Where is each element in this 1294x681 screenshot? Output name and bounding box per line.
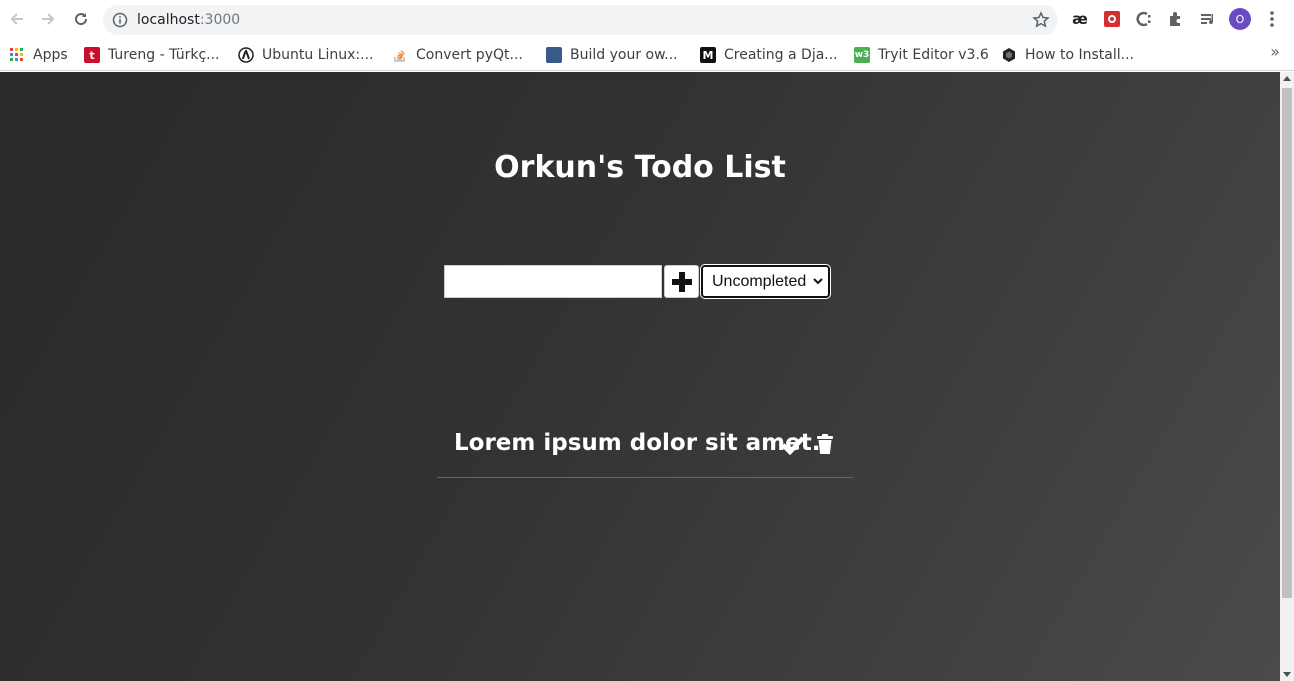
- bookmark-label: How to Install...: [1025, 47, 1134, 63]
- bookmark-label: Tureng - Türkç...: [108, 47, 220, 63]
- scroll-up-arrow[interactable]: [1283, 76, 1291, 81]
- info-icon[interactable]: [112, 12, 128, 28]
- url-port: :3000: [199, 12, 241, 28]
- c-extension-icon[interactable]: [1133, 8, 1155, 30]
- bookmark-convert-pyqt[interactable]: Convert pyQt...: [392, 43, 523, 67]
- filter-select[interactable]: Uncompleted: [701, 265, 830, 298]
- puzzle-extensions-icon[interactable]: [1165, 8, 1187, 30]
- scroll-thumb[interactable]: [1282, 88, 1292, 598]
- ae-extension-icon[interactable]: æ: [1069, 8, 1091, 30]
- forward-button[interactable]: [35, 6, 61, 32]
- reload-button[interactable]: [68, 6, 94, 32]
- bookmark-tryit-editor[interactable]: w3 Tryit Editor v3.6: [854, 43, 989, 67]
- bookmark-star-icon[interactable]: [1032, 11, 1050, 33]
- bookmark-label: Convert pyQt...: [416, 47, 523, 63]
- plus-icon: [671, 271, 692, 292]
- w3schools-icon: w3: [854, 47, 870, 63]
- check-icon: [781, 436, 805, 455]
- todo-item: Lorem ipsum dolor sit amet.: [437, 424, 853, 478]
- add-todo-button[interactable]: [664, 265, 699, 298]
- stackoverflow-icon: [392, 47, 408, 63]
- page-icon: [546, 47, 562, 63]
- tureng-icon: t: [84, 47, 100, 63]
- chevron-down-icon: [813, 278, 823, 285]
- back-button[interactable]: [4, 6, 30, 32]
- hexagon-icon: [1001, 47, 1017, 63]
- media-queue-icon[interactable]: [1197, 8, 1219, 30]
- bookmarks-bar: Apps t Tureng - Türkç... Ubuntu Linux:..…: [0, 39, 1294, 71]
- trash-icon: [817, 434, 833, 454]
- bookmark-creating-django[interactable]: M Creating a Dja...: [700, 43, 838, 67]
- more-bookmarks-button[interactable]: »: [1270, 42, 1280, 61]
- medium-icon: M: [700, 47, 716, 63]
- todo-app-page: Orkun's Todo List Uncompleted Lorem ipsu…: [0, 72, 1280, 681]
- filter-selected-value: Uncompleted: [712, 272, 807, 290]
- bookmark-label: Build your ow...: [570, 47, 678, 63]
- delete-todo-button[interactable]: [814, 431, 836, 457]
- red-extension-icon[interactable]: [1101, 8, 1123, 30]
- bookmark-build-your-own[interactable]: Build your ow...: [546, 43, 678, 67]
- bookmark-label: Creating a Dja...: [724, 47, 838, 63]
- bookmark-tureng[interactable]: t Tureng - Türkç...: [84, 43, 220, 67]
- profile-avatar[interactable]: O: [1229, 8, 1251, 30]
- url-host: localhost: [137, 12, 200, 28]
- kebab-menu-icon[interactable]: [1261, 8, 1283, 30]
- page-scrollbar[interactable]: [1280, 72, 1294, 681]
- ubuntu-icon: [238, 47, 254, 63]
- apps-grid-icon: [9, 47, 25, 63]
- bookmark-ubuntu[interactable]: Ubuntu Linux:...: [238, 43, 373, 67]
- address-bar[interactable]: localhost:3000: [103, 5, 1058, 35]
- avatar-letter: O: [1235, 12, 1245, 26]
- bookmark-apps[interactable]: Apps: [9, 43, 68, 67]
- url-text: localhost:3000: [137, 12, 240, 28]
- reload-icon: [75, 13, 88, 26]
- bookmark-how-to-install[interactable]: How to Install...: [1001, 43, 1134, 67]
- bookmark-label: Apps: [33, 47, 68, 63]
- arrow-right-icon: [42, 13, 55, 25]
- page-title: Orkun's Todo List: [494, 150, 786, 185]
- browser-toolbar: localhost:3000 æ O: [0, 0, 1294, 39]
- bookmark-label: Ubuntu Linux:...: [262, 47, 374, 63]
- scroll-down-arrow[interactable]: [1283, 672, 1291, 677]
- complete-todo-button[interactable]: [780, 432, 806, 458]
- arrow-left-icon: [10, 13, 23, 25]
- bookmark-label: Tryit Editor v3.6: [878, 47, 989, 63]
- todo-item-text: Lorem ipsum dolor sit amet.: [454, 430, 821, 456]
- todo-input[interactable]: [444, 265, 662, 298]
